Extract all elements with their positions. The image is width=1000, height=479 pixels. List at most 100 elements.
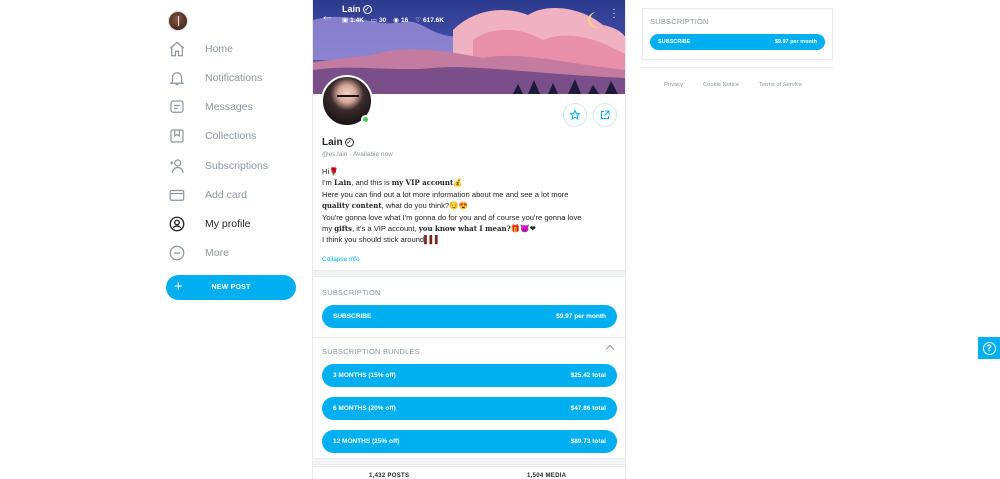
bundle-price: $25.42 total [570, 372, 606, 379]
nav-notifications-label: Notifications [205, 72, 263, 84]
bio-text: , it's a VIP account, [351, 224, 419, 234]
bookmark-icon [170, 129, 184, 143]
nav-subscriptions-label: Subscriptions [205, 160, 269, 172]
bio-line: Here you can find out a lot more informa… [322, 189, 618, 200]
message-icon [170, 100, 184, 113]
profile-handle: @es.lain [322, 151, 348, 158]
profile-name: Lain ✓ [322, 137, 354, 148]
more-icon [169, 245, 185, 261]
likes-count: 617.6K [423, 17, 444, 24]
new-post-label: NEW POST [211, 284, 251, 291]
subscribe-button[interactable]: SUBSCRIBE $9.97 per month [322, 305, 617, 328]
bundle-price: $89.73 total [570, 438, 606, 445]
question-icon: ? [982, 341, 996, 355]
bio-text: I'm [322, 178, 334, 188]
cover-profile-name: Lain ✓ [342, 4, 372, 14]
nav-my-profile[interactable]: My profile [168, 212, 251, 236]
profile-column: ← Lain ✓ ▣ 1.4K ▭ 30 ◉ 16 ♡ 617.6K · · · Lain … [312, 0, 626, 479]
tab-media[interactable]: 1,504 MEDIA [527, 473, 566, 479]
card-icon [169, 189, 185, 201]
section-divider [313, 458, 625, 465]
nav-collections-label: Collections [205, 130, 257, 142]
subscriptions-icon [170, 159, 184, 173]
privacy-link[interactable]: Privacy [664, 82, 683, 88]
bio-text: , what do you think? [381, 201, 450, 211]
bundle-3-months-button[interactable]: 3 MONTHS (15% off) $25.42 total [322, 364, 617, 387]
rose-emoji-icon: 🌹 [329, 167, 339, 176]
photos-count: 1.4K [350, 17, 364, 24]
gift-devil-heart-emoji-icon: 🎁😈❤ [510, 224, 536, 234]
chevron-up-icon[interactable] [605, 344, 615, 354]
bio-bold: Lain [334, 178, 352, 188]
online-status-dot [361, 115, 370, 124]
collapse-info-link[interactable]: Collapse info [322, 256, 360, 263]
right-subscribe-label: SUBSCRIBE [658, 39, 691, 45]
bundle-label: 3 MONTHS (15% off) [333, 372, 396, 379]
right-separator [642, 67, 833, 68]
streams-stat: ◉ 16 [393, 16, 408, 24]
nav-collections[interactable]: Collections [168, 124, 256, 148]
favorite-button[interactable] [563, 103, 587, 127]
bio-text: I think you should stick around [322, 235, 425, 245]
bundles-title: SUBSCRIPTION BUNDLES [322, 347, 420, 356]
profile-bio: Hi🌹 I'm Lain, and this is my VIP account… [322, 166, 618, 246]
kebab-menu-icon[interactable]: · · · [612, 5, 616, 23]
verified-icon: ✓ [344, 138, 354, 147]
help-button[interactable]: ? [978, 337, 1000, 359]
bio-bold: gifts [334, 224, 352, 234]
profile-stats: ▣ 1.4K ▭ 30 ◉ 16 ♡ 617.6K [342, 16, 444, 24]
stream-icon: ◉ [393, 17, 399, 24]
videos-count: 30 [379, 17, 387, 24]
avatar-glasses [337, 95, 359, 101]
right-subscribe-button[interactable]: SUBSCRIBE $9.97 per month [650, 34, 825, 50]
nav-home[interactable]: Home [168, 37, 233, 61]
bio-line: Hi🌹 [322, 166, 618, 177]
tab-posts[interactable]: 1,432 POSTS [369, 473, 409, 479]
profile-handle-line: @es.lain · Available now [322, 151, 393, 158]
star-icon [569, 109, 581, 121]
new-post-button[interactable]: + NEW POST [166, 275, 296, 300]
back-arrow-icon[interactable]: ← [321, 8, 334, 23]
bio-bold: my VIP account [391, 178, 454, 188]
nav-messages[interactable]: Messages [168, 95, 253, 119]
bio-line: my gifts, it's a VIP account, you know w… [322, 223, 618, 234]
nav-add-card-label: Add card [205, 189, 248, 201]
cover-name-text: Lain [342, 4, 361, 14]
share-button[interactable] [593, 103, 617, 127]
subscription-title: SUBSCRIPTION [322, 288, 381, 297]
bio-line: You're gonna love what I'm gonna do for … [322, 212, 618, 223]
nav-more[interactable]: More [168, 241, 229, 265]
nav-more-label: More [205, 247, 229, 259]
bundle-label: 12 MONTHS (25% off) [333, 438, 400, 445]
bundle-12-months-button[interactable]: 12 MONTHS (25% off) $89.73 total [322, 430, 617, 453]
separator-dot: · [748, 82, 750, 88]
nav-subscriptions[interactable]: Subscriptions [168, 154, 268, 178]
bio-text: You're gonna love what I'm gonna do for … [322, 212, 582, 222]
nav-add-card[interactable]: Add card [168, 183, 247, 207]
likes-stat: ♡ 617.6K [415, 16, 444, 24]
nav-home-label: Home [205, 43, 234, 55]
nav-my-profile-label: My profile [205, 218, 251, 230]
bundle-price: $47.86 total [570, 405, 606, 412]
heart-icon: ♡ [415, 17, 422, 24]
bundle-6-months-button[interactable]: 6 MONTHS (20% off) $47.86 total [322, 397, 617, 420]
photos-stat: ▣ 1.4K [342, 16, 364, 24]
verified-icon: ✓ [362, 4, 372, 14]
right-subscription-title: SUBSCRIPTION [650, 17, 709, 26]
bio-line: I think you should stick around▌▌▌ [322, 234, 618, 245]
bio-text: my [322, 224, 335, 234]
terms-link[interactable]: Terms of Service [759, 82, 802, 88]
bio-text: Here you can find out a lot more informa… [322, 189, 569, 199]
money-bag-emoji-icon: 💰 [453, 178, 463, 188]
bio-text: , and this is [351, 178, 392, 188]
bio-bold: quality content [322, 201, 382, 211]
user-avatar[interactable] [168, 11, 188, 31]
bars-emoji-icon: ▌▌▌ [424, 235, 441, 245]
cookie-notice-link[interactable]: Cookie Notice [703, 82, 739, 88]
bundle-label: 6 MONTHS (20% off) [333, 405, 396, 412]
availability-status: Available now [352, 151, 393, 158]
video-icon: ▭ [370, 17, 378, 24]
bio-bold: you know what I mean? [418, 224, 511, 234]
profile-name-text: Lain [322, 137, 343, 148]
nav-notifications[interactable]: Notifications [168, 66, 262, 90]
